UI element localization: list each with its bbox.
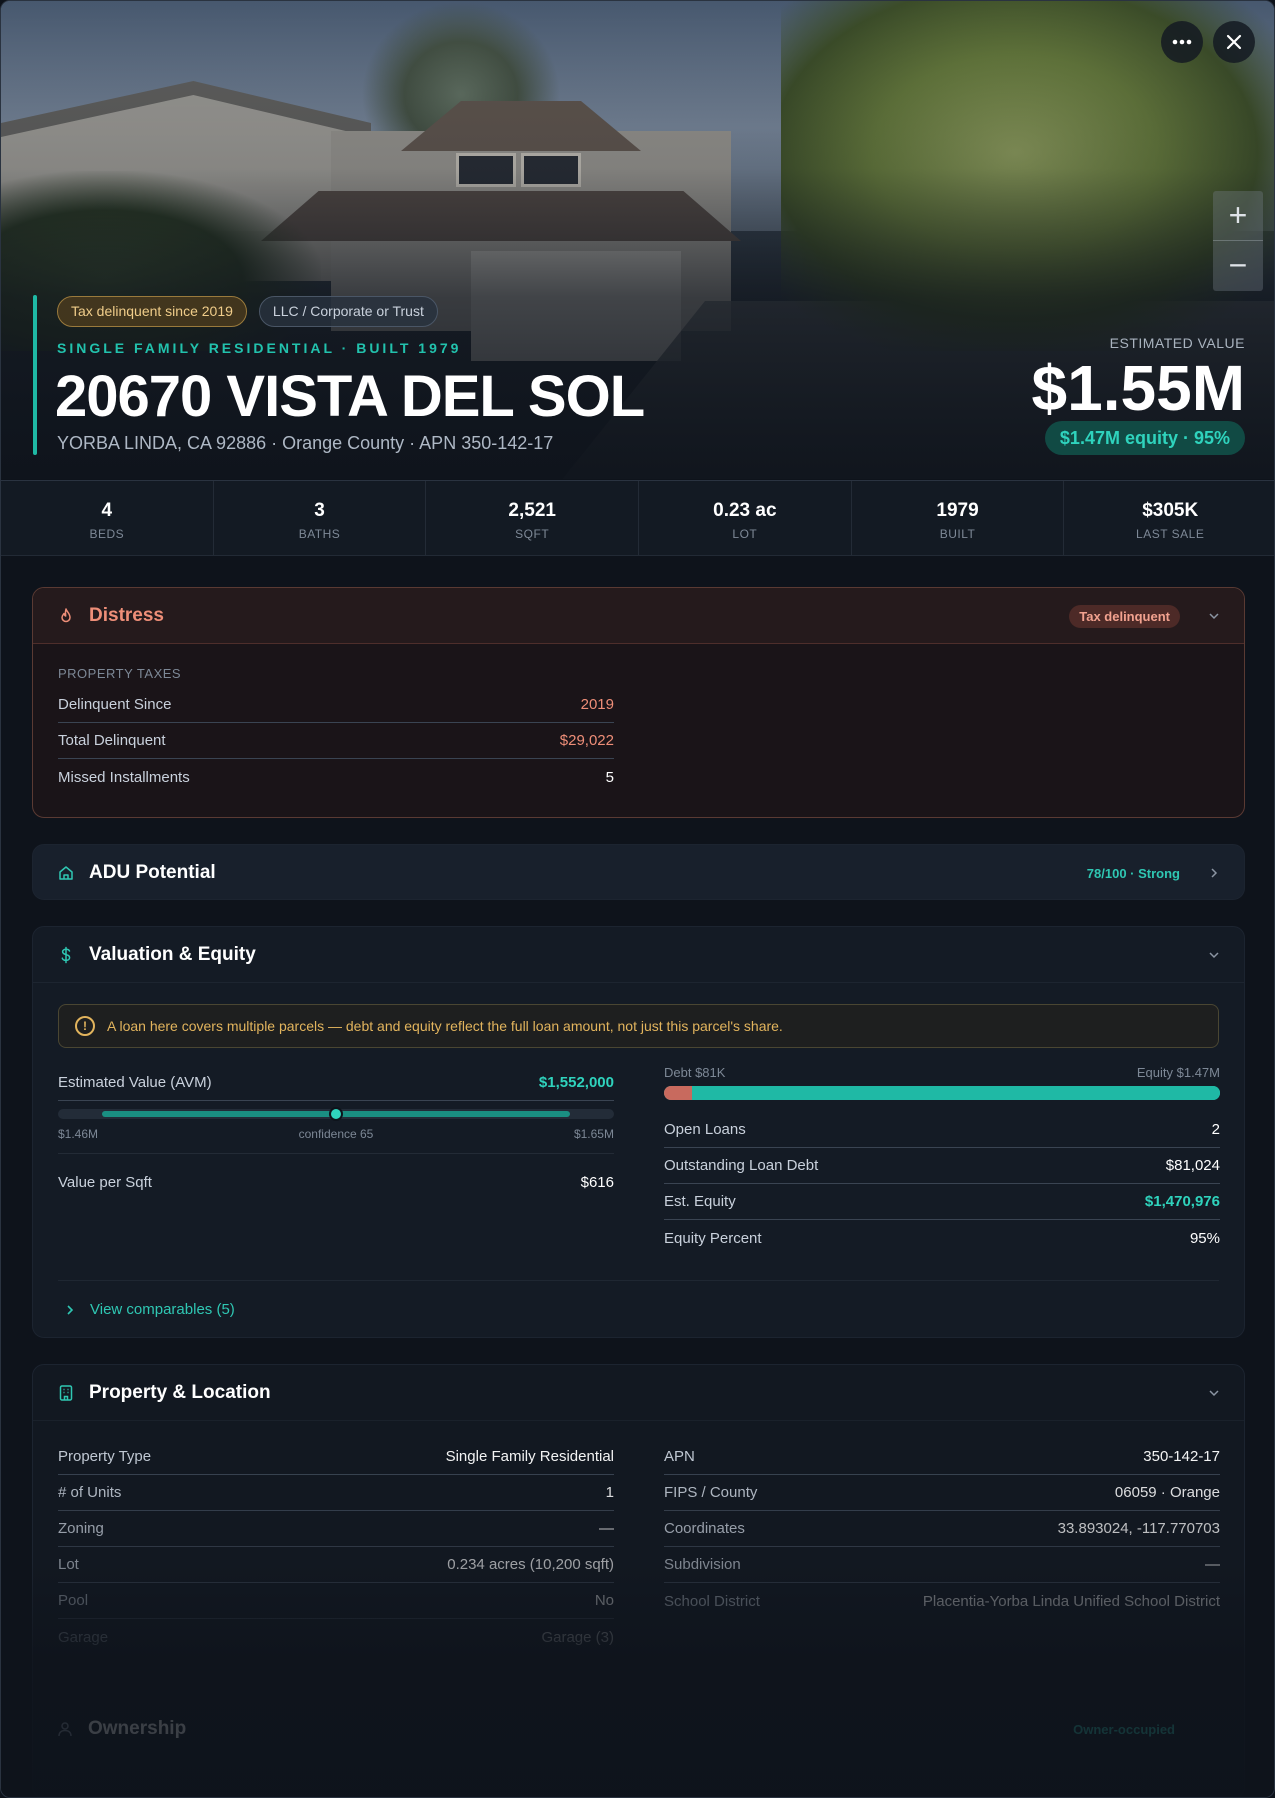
close-icon [1226, 34, 1242, 50]
estimated-value: $1.55M [1031, 352, 1245, 424]
stat-beds: 4 BEDS [1, 481, 214, 555]
property-taxes-label: PROPERTY TAXES [58, 666, 182, 681]
property-type-row: Property Type Single Family Residential [58, 1439, 614, 1475]
equity-label: Equity $1.47M [1136, 1065, 1220, 1080]
debt-equity-labels: Debt $81K Equity $1.47M [664, 1065, 1220, 1080]
chevron-down-icon[interactable] [1208, 1387, 1220, 1399]
warning-text: A loan here covers multiple parcels — de… [107, 1018, 783, 1034]
property-taxes-block: PROPERTY TAXES Delinquent Since 2019 Tota… [58, 666, 614, 795]
apn-row: APN 350-142-17 [664, 1439, 1220, 1475]
adu-score: 78/100 · Strong [1086, 865, 1180, 881]
lot-row: Lot 0.234 acres (10,200 sqft) [58, 1547, 614, 1583]
zoning-row: Zoning — [58, 1511, 614, 1547]
status-chips: Tax delinquent since 2019 LLC / Corporat… [57, 296, 438, 327]
units-row: # of Units 1 [58, 1475, 614, 1511]
fips-county-row: FIPS / County 06059 · Orange [664, 1475, 1220, 1511]
ownership-section[interactable]: Ownership Owner-occupied [32, 1701, 1245, 1757]
valuation-header[interactable]: Valuation & Equity [33, 927, 1244, 983]
valuation-equity-section: Valuation & Equity ! A loan here covers … [32, 926, 1245, 1338]
property-details-right: APN 350-142-17 FIPS / County 06059 · Orang… [664, 1439, 1220, 1619]
coordinates-row: Coordinates 33.893024, -117.770703 [664, 1511, 1220, 1547]
pool-row: Pool No [58, 1583, 614, 1619]
property-title: Property & Location [89, 1381, 271, 1403]
stat-sqft: 2,521 SQFT [426, 481, 640, 555]
property-photo-hero: + − Tax delinquent since 2019 LLC / Corp… [1, 1, 1274, 479]
delinquent-since-row: Delinquent Since 2019 [58, 687, 614, 723]
debt-fill [664, 1086, 692, 1100]
range-low: $1.46M [58, 1127, 99, 1141]
avm-row: Estimated Value (AVM) $1,552,000 [58, 1065, 614, 1101]
total-delinquent-row: Total Delinquent $29,022 [58, 723, 614, 759]
user-icon [58, 1722, 72, 1737]
open-loans-row: Open Loans 2 [664, 1112, 1220, 1148]
distress-header[interactable]: Distress Tax delinquent [33, 588, 1244, 644]
valuation-title: Valuation & Equity [89, 943, 256, 965]
range-high: $1.65M [573, 1127, 614, 1141]
avm-marker [329, 1107, 343, 1121]
subdivision-row: Subdivision — [664, 1547, 1220, 1583]
more-horizontal-icon [1172, 39, 1192, 45]
value-per-sqft-row: Value per Sqft $616 [58, 1173, 614, 1191]
alert-icon: ! [75, 1016, 95, 1036]
outstanding-debt-row: Outstanding Loan Debt $81,024 [664, 1148, 1220, 1184]
equity-badge: $1.47M equity · 95% [1044, 421, 1245, 455]
equity-fill [691, 1086, 1220, 1100]
avm-range-bar [58, 1107, 614, 1121]
property-details-left: Property Type Single Family Residential #… [58, 1439, 614, 1655]
school-district-row: School District Placentia-Yorba Linda Uni… [664, 1592, 1220, 1610]
accent-bar [33, 295, 37, 455]
chevron-down-icon[interactable] [1208, 949, 1220, 961]
close-button[interactable] [1213, 21, 1255, 63]
ownership-status: Owner-occupied [1073, 1721, 1175, 1737]
property-stats: 4 BEDS 3 BATHS 2,521 SQFT 0.23 ac LOT 1979 BU… [1, 480, 1274, 556]
stat-built: 1979 BUILT [852, 481, 1065, 555]
distress-section: Distress Tax delinquent PROPERTY TAXES D… [32, 587, 1245, 818]
adu-title: ADU Potential [89, 862, 216, 883]
estimated-value-label: ESTIMATED VALUE [1109, 335, 1245, 351]
adu-potential-section[interactable]: ADU Potential 78/100 · Strong [32, 844, 1245, 900]
property-header[interactable]: Property & Location [33, 1365, 1244, 1421]
building-icon [59, 1384, 73, 1401]
more-options-button[interactable] [1161, 21, 1203, 63]
ownership-title: Ownership [88, 1718, 187, 1739]
tax-delinquent-chip: Tax delinquent since 2019 [57, 296, 247, 327]
stat-lot: 0.23 ac LOT [639, 481, 852, 555]
chevron-right-icon [67, 1304, 74, 1315]
property-location: YORBA LINDA, CA 92886 · Orange County · … [57, 433, 554, 453]
home-icon [59, 866, 73, 880]
chevron-right-icon[interactable] [1208, 867, 1220, 879]
debt-label: Debt $81K [664, 1065, 726, 1080]
property-detail-panel: + − Tax delinquent since 2019 LLC / Corp… [0, 0, 1275, 1798]
multi-parcel-warning: ! A loan here covers multiple parcels — … [58, 1004, 1219, 1048]
stat-baths: 3 BATHS [214, 481, 427, 555]
map-zoom-control: + − [1213, 191, 1263, 291]
flame-icon [61, 607, 71, 622]
view-comparables-link[interactable]: View comparables (5) [58, 1280, 1219, 1337]
zoom-out-button[interactable]: − [1213, 241, 1263, 291]
garage-row: Garage Garage (3) [58, 1628, 614, 1646]
chevron-down-icon[interactable] [1208, 610, 1220, 622]
property-subtitle: SINGLE FAMILY RESIDENTIAL · BUILT 1979 [57, 340, 462, 356]
tax-delinquent-badge: Tax delinquent [1069, 604, 1180, 628]
distress-title: Distress [89, 604, 164, 626]
avm-range-labels: $1.46M confidence 65 $1.65M [58, 1127, 614, 1141]
avm-block: Estimated Value (AVM) $1,552,000 $1.46M … [58, 1065, 614, 1200]
equity-percent-row: Equity Percent 95% [664, 1229, 1220, 1247]
stat-last-sale: $305K LAST SALE [1136, 500, 1205, 541]
zoom-in-button[interactable]: + [1213, 191, 1263, 241]
debt-equity-bar [664, 1086, 1220, 1100]
equity-block: Debt $81K Equity $1.47M Open Loans 2 Outs… [664, 1065, 1220, 1256]
owner-type-chip: LLC / Corporate or Trust [258, 296, 438, 327]
property-address: 20670 VISTA DEL SOL [55, 364, 645, 429]
dollar-icon [61, 946, 71, 963]
est-equity-row: Est. Equity $1,470,976 [664, 1184, 1220, 1220]
confidence-label: confidence 65 [298, 1127, 374, 1141]
missed-installments-row: Missed Installments 5 [58, 768, 614, 786]
